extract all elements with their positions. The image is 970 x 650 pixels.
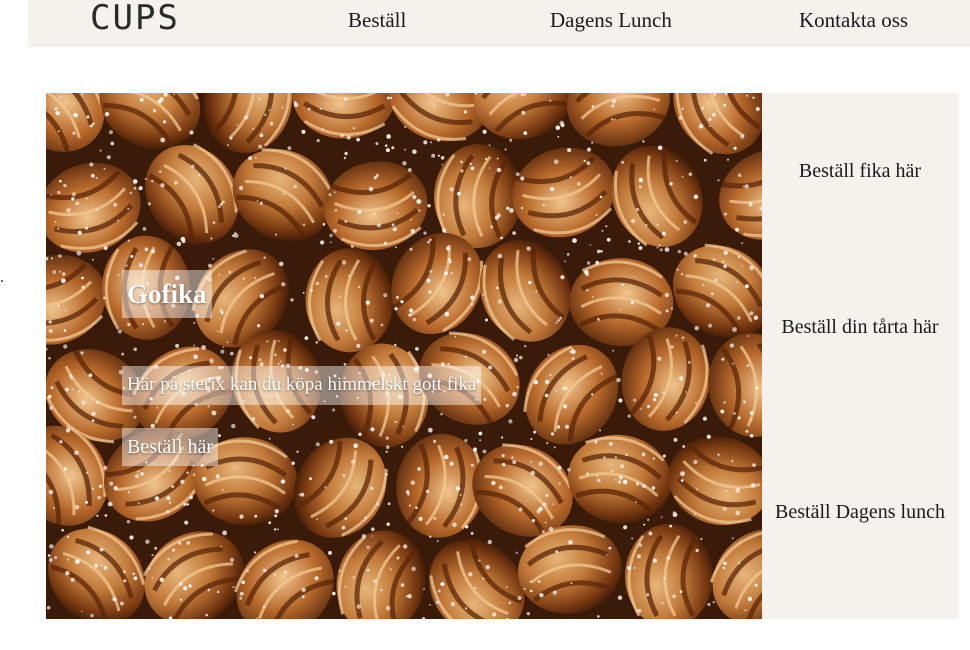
edge-dot [1,280,3,282]
sidebar-link-cake[interactable]: Beställ din tårta här [770,313,950,342]
hero-image-cinnamon-buns [46,93,762,619]
sidebar-link-fika[interactable]: Beställ fika här [770,157,950,186]
sidebar-link-daily-lunch[interactable]: Beställ Dagens lunch [770,498,950,527]
top-navbar: CUPS Beställ Dagens Lunch Kontakta oss [28,0,970,47]
nav-link-kontakta-oss[interactable]: Kontakta oss [799,8,908,32]
site-logo[interactable]: CUPS [90,0,180,36]
order-sidebar: Beställ fika här Beställ din tårta här B… [762,93,958,619]
nav-link-bestall[interactable]: Beställ [348,8,406,32]
order-here-button[interactable]: Beställ här [122,428,219,466]
hero-tagline: Här på sterix kan du köpa himmelskt gott… [122,366,482,405]
hero-title: Gofika [122,270,212,318]
hero-banner: Gofika Här på sterix kan du köpa himmels… [46,93,762,619]
nav-link-dagens-lunch[interactable]: Dagens Lunch [550,8,672,32]
